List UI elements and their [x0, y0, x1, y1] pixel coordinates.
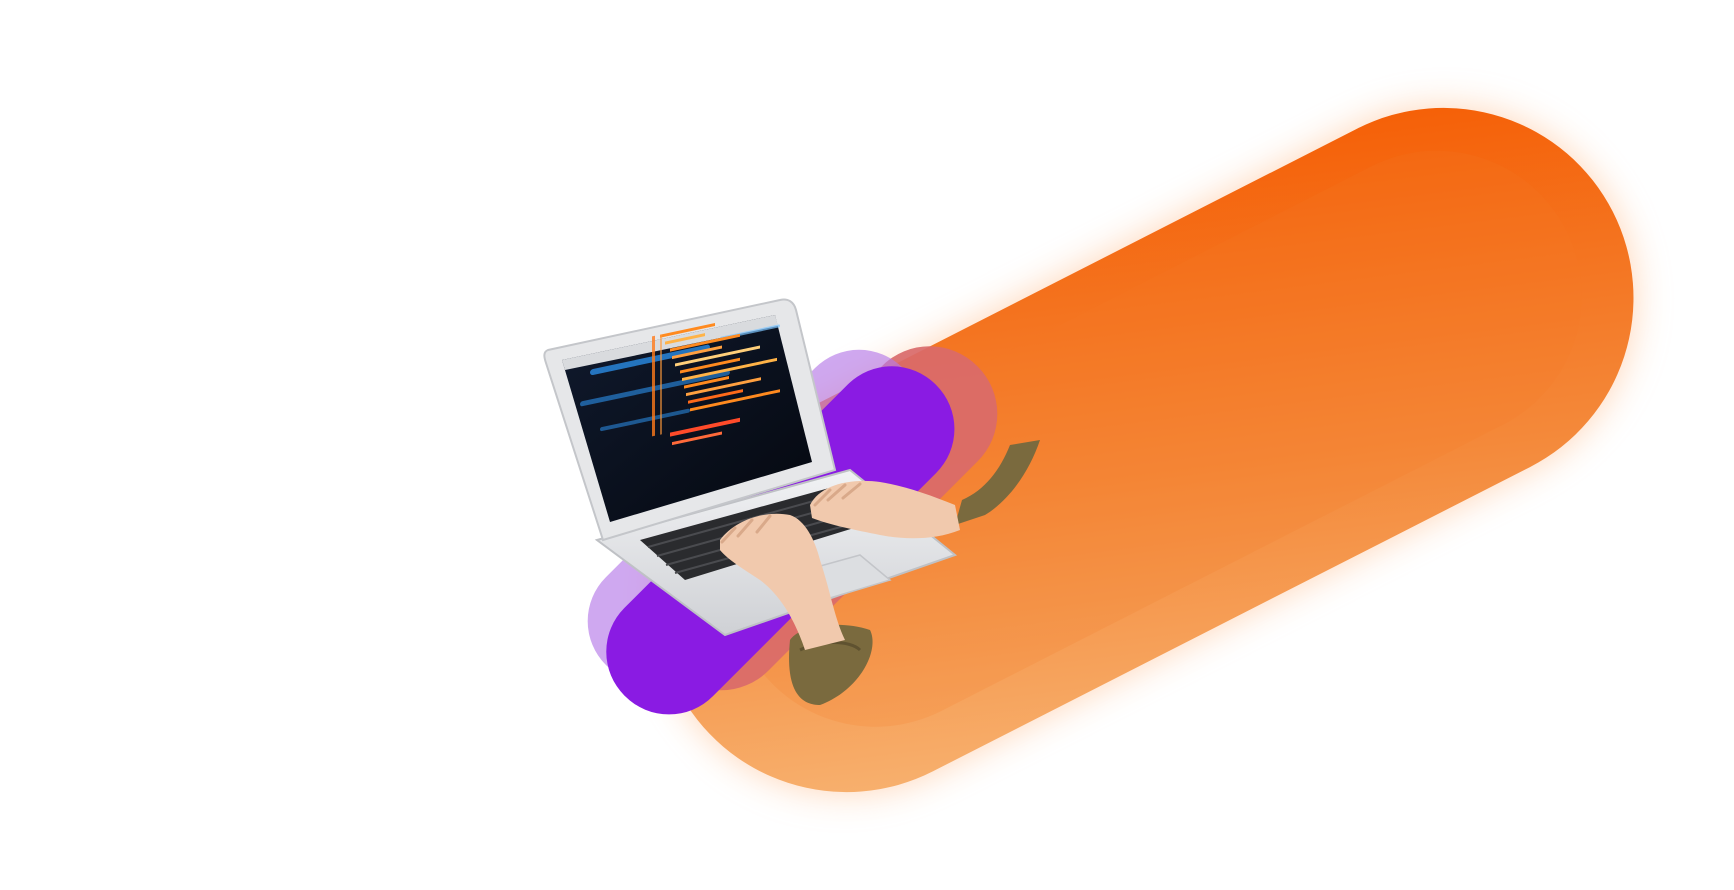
- laptop-coding-illustration: [543, 107, 1634, 793]
- hero-illustration-stage: [0, 0, 1734, 890]
